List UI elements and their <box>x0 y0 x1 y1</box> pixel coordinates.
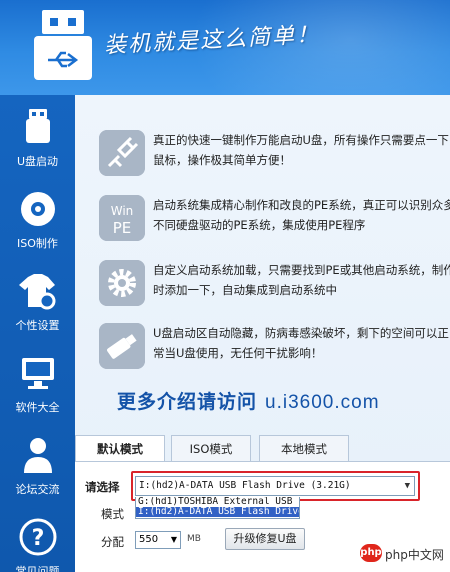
alloc-unit: MB <box>187 534 201 544</box>
feature-line: 不同硬盘驱动的PE系统，集成使用PE程序 <box>153 218 366 232</box>
feature-item: Win PE 启动系统集成精心制作和改良的PE系统，真正可以识别众多 不同硬盘驱… <box>99 195 450 251</box>
usb-stick-icon <box>99 323 145 369</box>
sidebar-item-usb-boot[interactable]: U盘启动 <box>0 99 75 189</box>
person-icon <box>23 438 52 473</box>
sidebar-item-label: 软件大全 <box>15 401 60 414</box>
feature-item: U盘启动区自动隐藏，防病毒感染破坏，剩下的空间可以正 常当U盘使用，无任何干扰影… <box>99 323 450 379</box>
tab-iso-mode[interactable]: ISO模式 <box>171 435 251 461</box>
usb-drive-logo-icon <box>34 10 92 80</box>
feature-text: 真正的快速一键制作万能启动U盘，所有操作只需要点一下 鼠标，操作极其简单方便！ <box>153 130 450 170</box>
sidebar-item-label: ISO制作 <box>17 237 58 250</box>
feature-line: U盘启动区自动隐藏，防病毒感染破坏，剩下的空间可以正 <box>153 326 449 340</box>
watermark-text: php中文网 <box>385 548 444 562</box>
alloc-label: 分配 <box>101 535 124 549</box>
gear-icon <box>99 260 145 306</box>
svg-text:PE: PE <box>113 219 132 237</box>
feature-text: 自定义启动系统加载，只需要找到PE或其他启动系统，制作 时添加一下，自动集成到启… <box>153 260 450 300</box>
mode-tabs: 默认模式 ISO模式 本地模式 <box>75 435 450 462</box>
feature-item: 真正的快速一键制作万能启动U盘，所有操作只需要点一下 鼠标，操作极其简单方便！ <box>99 130 450 186</box>
sidebar-item-label: 个性设置 <box>15 319 60 332</box>
sidebar-item-label: U盘启动 <box>16 155 59 168</box>
feature-line: 真正的快速一键制作万能启动U盘，所有操作只需要点一下 <box>153 133 449 147</box>
feature-line: 自定义启动系统加载，只需要找到PE或其他启动系统，制作 <box>153 263 450 277</box>
sidebar-item-forum[interactable]: 论坛交流 <box>0 427 75 517</box>
select-label: 请选择 <box>85 480 120 494</box>
usb-drive-icon <box>25 109 50 143</box>
alloc-size-value: 550 <box>139 534 159 545</box>
chevron-down-icon: ▼ <box>170 535 177 544</box>
svg-text:?: ? <box>31 526 44 551</box>
feature-item: 自定义启动系统加载，只需要找到PE或其他启动系统，制作 时添加一下，自动集成到启… <box>99 260 450 316</box>
sidebar-item-iso[interactable]: ISO制作 <box>0 181 75 271</box>
feature-line: 启动系统集成精心制作和改良的PE系统，真正可以识别众多 <box>153 198 450 212</box>
repair-usb-button[interactable]: 升级修复U盘 <box>225 528 305 550</box>
tab-default-mode[interactable]: 默认模式 <box>75 435 165 462</box>
shirt-gear-icon <box>18 274 55 310</box>
mode-label: 模式 <box>101 507 124 521</box>
feature-line: 鼠标，操作极其简单方便！ <box>153 153 291 167</box>
svg-text:Win: Win <box>111 204 134 218</box>
feature-line: 常当U盘使用，无任何干扰影响！ <box>153 346 323 360</box>
feature-line: 时添加一下，自动集成到启动系统中 <box>153 283 337 297</box>
sidebar: U盘启动 ISO制作 个性设置 软件大全 论坛交流 ? 常见问题 <box>0 95 75 572</box>
feature-text: 启动系统集成精心制作和改良的PE系统，真正可以识别众多 不同硬盘驱动的PE系统，… <box>153 195 450 235</box>
more-info-text: 更多介绍请访问 <box>117 391 258 413</box>
monitor-icon <box>21 358 54 389</box>
disc-icon <box>20 192 55 226</box>
device-dropdown-list: G:(hd1)TOSHIBA External USB I:(hd2)A-DAT… <box>135 497 300 519</box>
sidebar-item-label: 论坛交流 <box>15 483 60 496</box>
feature-text: U盘启动区自动隐藏，防病毒感染破坏，剩下的空间可以正 常当U盘使用，无任何干扰影… <box>153 323 450 363</box>
more-info-link[interactable]: 更多介绍请访问 u.i3600.com <box>117 387 380 414</box>
dropdown-option-selected[interactable]: I:(hd2)A-DATA USB Flash Drive <box>136 507 299 517</box>
sidebar-item-label: 常见问题 <box>15 565 60 572</box>
watermark-logo: php <box>360 544 382 562</box>
main-content: 真正的快速一键制作万能启动U盘，所有操作只需要点一下 鼠标，操作极其简单方便！ … <box>75 95 450 572</box>
website-url: u.i3600.com <box>265 392 380 413</box>
sidebar-item-personalize[interactable]: 个性设置 <box>0 263 75 353</box>
usb-plug-icon <box>99 130 145 176</box>
tab-local-mode[interactable]: 本地模式 <box>259 435 349 461</box>
question-icon: ? <box>19 518 56 556</box>
sidebar-item-software[interactable]: 软件大全 <box>0 345 75 435</box>
win-pe-icon: Win PE <box>99 195 145 241</box>
header: 装机就是这么简单！ <box>0 0 450 95</box>
alloc-size-select[interactable]: 550 ▼ <box>135 531 181 549</box>
sidebar-item-faq[interactable]: ? 常见问题 <box>0 509 75 572</box>
